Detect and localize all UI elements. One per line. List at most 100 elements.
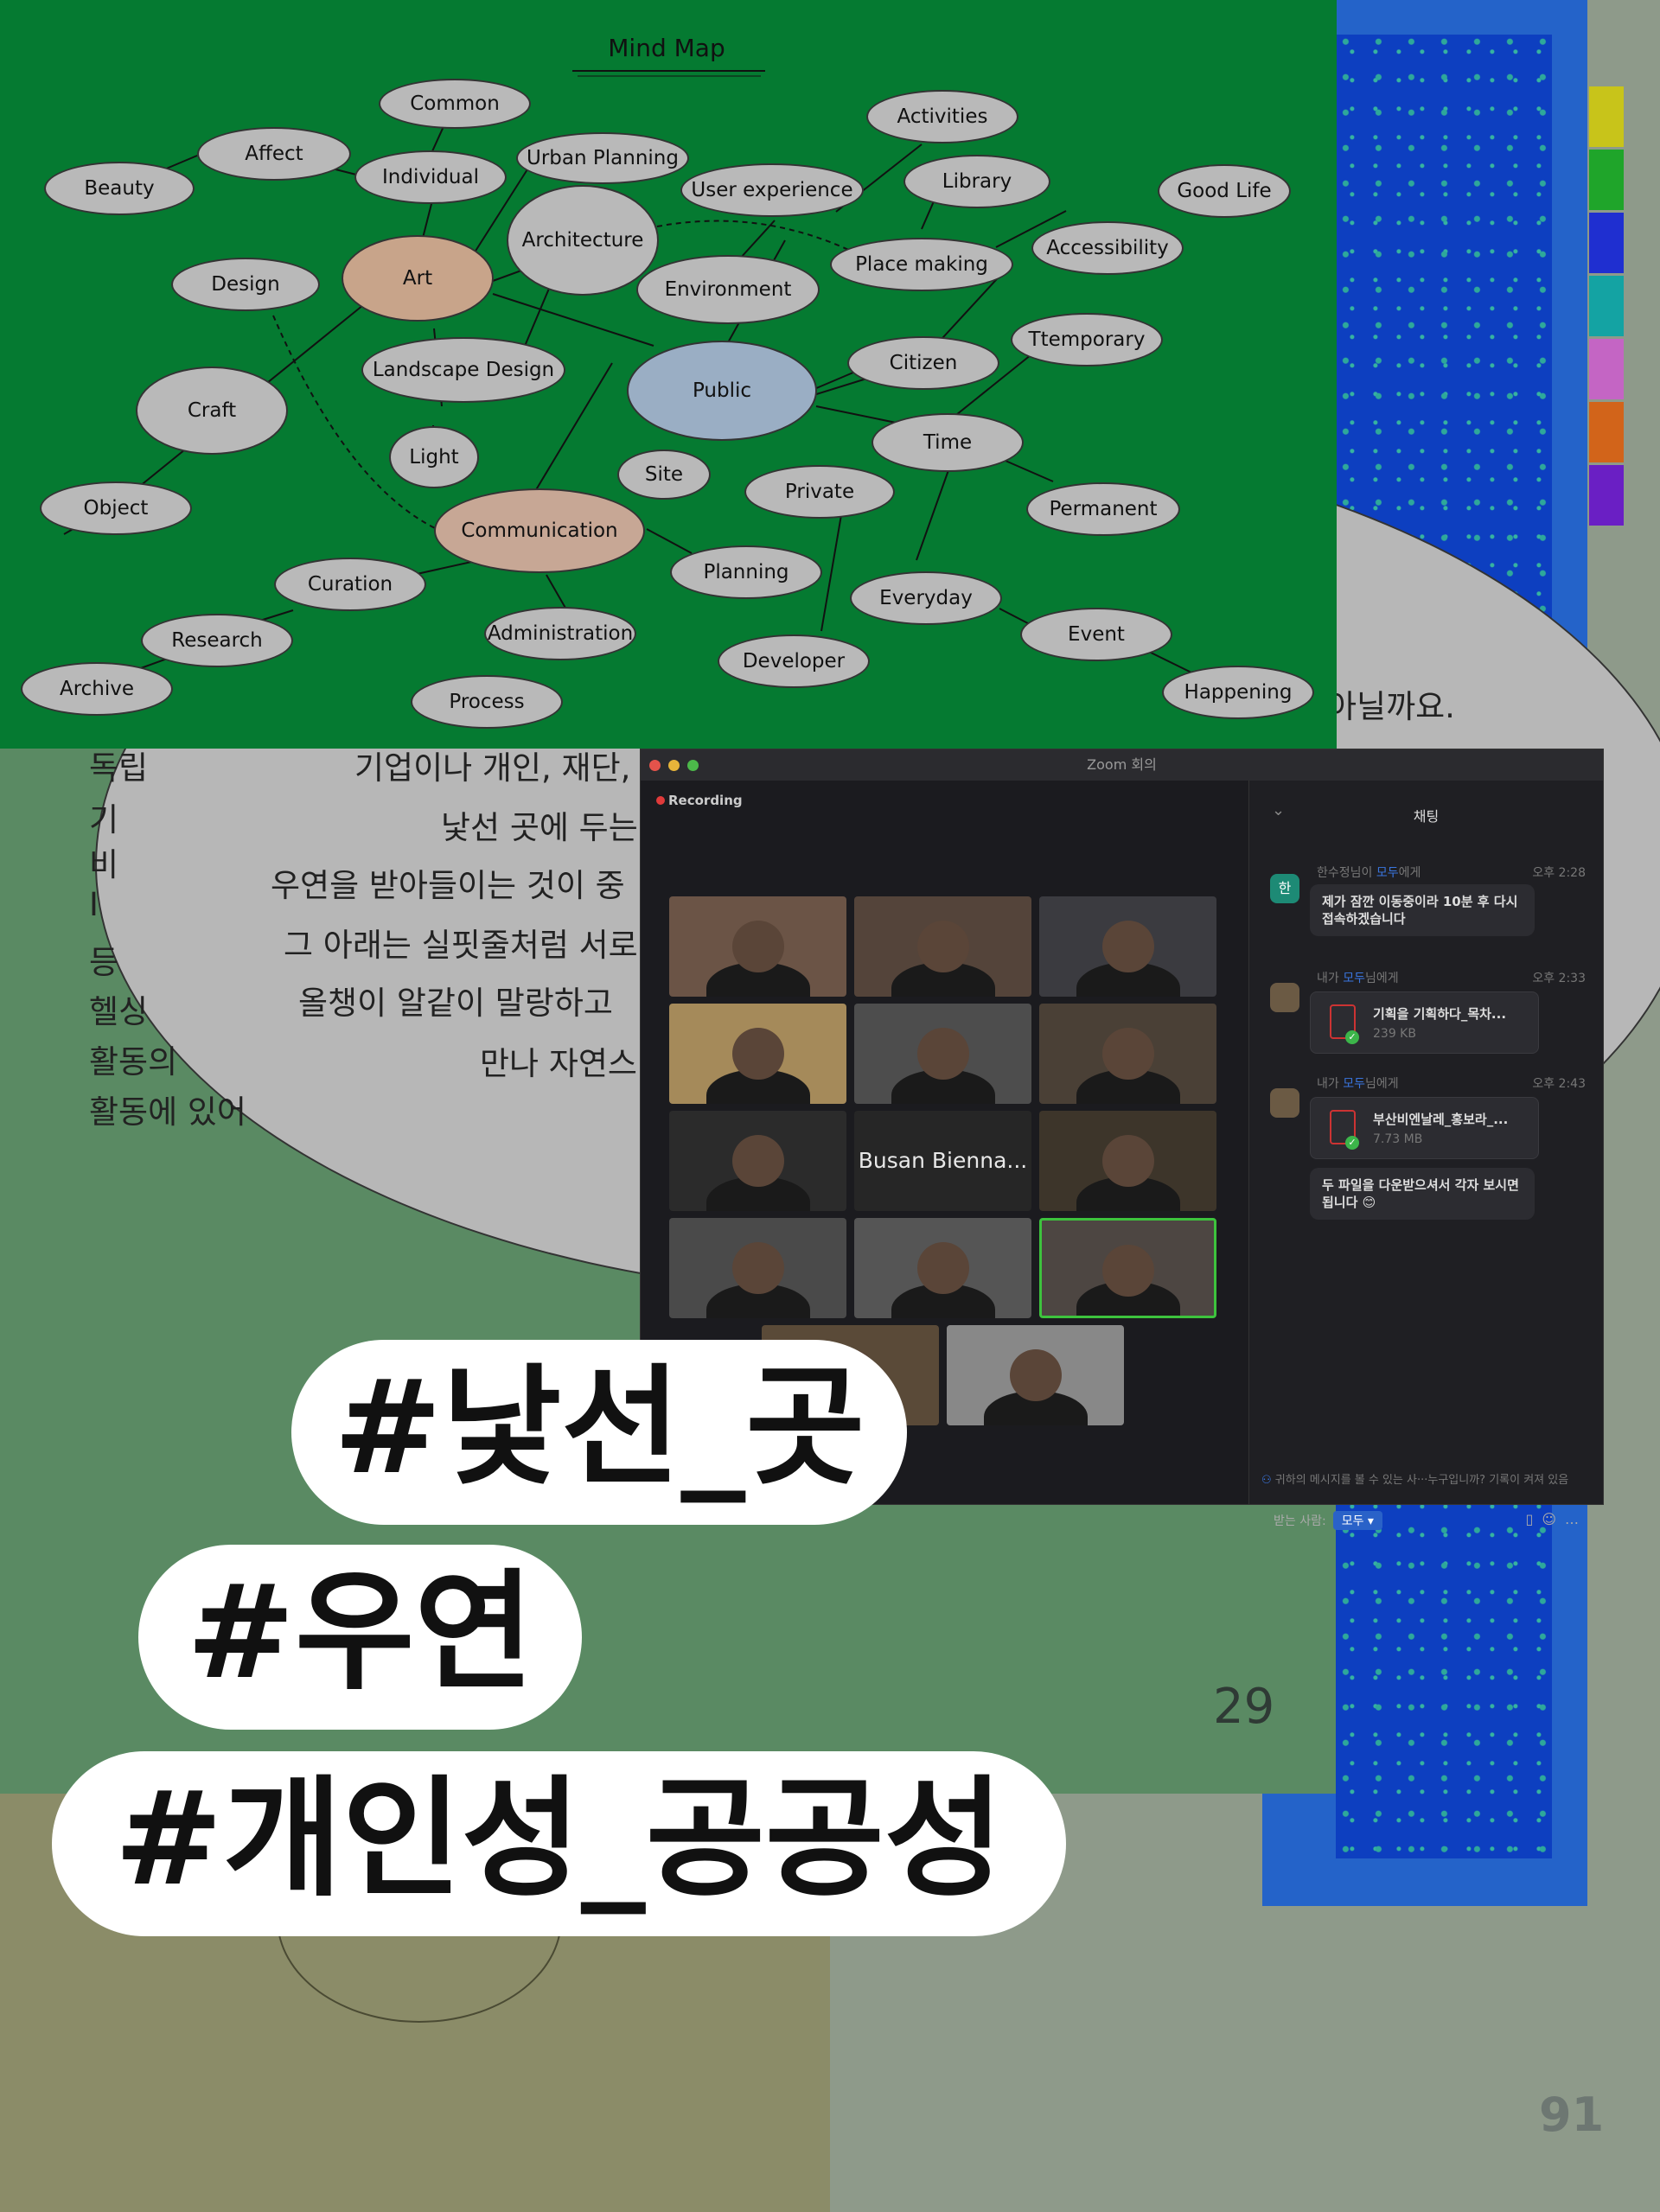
video-tile[interactable] xyxy=(669,1004,846,1104)
mind-map-node-planning: Planning xyxy=(670,545,822,599)
mind-map-node-good-life: Good Life xyxy=(1158,164,1291,218)
mind-map-node-permanent: Permanent xyxy=(1026,482,1180,536)
recipient-selector[interactable]: 받는 사람: 모두 ▾ xyxy=(1274,1511,1382,1530)
page-number-29: 29 xyxy=(1213,1679,1275,1735)
chat-message[interactable]: 두 파일을 다운받으셔서 각자 보시면 됩니다 😊 xyxy=(1310,1168,1535,1220)
color-tab xyxy=(1589,339,1624,399)
video-tile[interactable] xyxy=(854,1218,1031,1318)
mind-map-node-user-experience: User experience xyxy=(680,163,864,217)
chat-toolbar: ▯☺… xyxy=(1526,1511,1588,1527)
participant-name: Busan Bienna... xyxy=(858,1148,1028,1173)
video-tile[interactable] xyxy=(669,1218,846,1318)
check-icon: ✓ xyxy=(1345,1136,1359,1150)
hashtag-label: #낯선_곳 xyxy=(291,1340,907,1525)
video-tile[interactable] xyxy=(669,1111,846,1211)
mind-map-node-site: Site xyxy=(617,449,711,500)
mind-map-node-curation: Curation xyxy=(274,558,426,611)
participant-face xyxy=(1101,921,1154,972)
file-icon[interactable]: ▯ xyxy=(1526,1511,1542,1527)
text-fragment: 활동의 xyxy=(89,1043,178,1081)
file-attachment[interactable]: ✓ 기획을 기획하다_목차... 239 KB xyxy=(1310,991,1539,1054)
mind-map-node-place-making: Place making xyxy=(830,238,1013,291)
recording-indicator[interactable]: Recording xyxy=(656,793,743,808)
text-fragment: 등 xyxy=(89,944,119,981)
mind-map-node-environment: Environment xyxy=(636,255,820,324)
zoom-title-bar[interactable]: Zoom 회의 xyxy=(641,749,1603,781)
file-attachment[interactable]: ✓ 부산비엔날레_홍보라_... 7.73 MB xyxy=(1310,1097,1539,1159)
person-icon: ⚇ xyxy=(1261,1474,1275,1487)
mind-map-node-object: Object xyxy=(40,481,192,535)
participant-face xyxy=(916,1242,969,1294)
participant-face xyxy=(916,921,969,972)
text-fragment: 비 xyxy=(89,846,119,883)
participant-face xyxy=(731,1135,784,1187)
video-tile[interactable] xyxy=(669,896,846,997)
window-title: Zoom 회의 xyxy=(1087,756,1157,773)
mind-map-node-research: Research xyxy=(141,614,293,667)
page-number-91: 91 xyxy=(1539,2088,1605,2142)
participant-face xyxy=(731,921,784,972)
video-tile[interactable] xyxy=(1039,1004,1216,1104)
mind-map-node-happening: Happening xyxy=(1162,666,1314,719)
mind-map-node-light: Light xyxy=(389,426,479,488)
text-line: 기업이나 개인, 재단, xyxy=(354,749,631,787)
file-size: 7.73 MB xyxy=(1373,1132,1423,1146)
mind-map-node-beauty: Beauty xyxy=(44,162,195,215)
text-fragment: 헬싱 xyxy=(89,993,149,1030)
video-tile[interactable] xyxy=(947,1325,1124,1425)
color-tab xyxy=(1589,213,1624,273)
video-tile[interactable] xyxy=(1039,1111,1216,1211)
more-icon[interactable]: … xyxy=(1565,1511,1587,1527)
text-line: 올챙이 알같이 말랑하고 xyxy=(298,985,613,1022)
message-meta: 내가 모두님에게 xyxy=(1317,1077,1399,1091)
close-window-button[interactable] xyxy=(649,760,661,771)
mind-map-node-architecture: Architecture xyxy=(507,185,659,296)
message-time: 오후 2:43 xyxy=(1532,1077,1586,1091)
video-tile[interactable]: Busan Bienna... xyxy=(854,1111,1031,1211)
participant-face xyxy=(1101,1245,1154,1297)
recording-label: Recording xyxy=(668,793,743,808)
mind-map-node-everyday: Everyday xyxy=(850,571,1002,625)
chat-panel: ⌄ 채팅 한 한수정님이 모두에게 오후 2:28 제가 잠깐 이동중이라 10… xyxy=(1248,781,1603,1530)
message-meta: 한수정님이 모두에게 xyxy=(1317,866,1421,880)
dashed-edge xyxy=(656,220,857,254)
chat-message[interactable]: 제가 잠깐 이동중이라 10분 후 다시 접속하겠습니다 xyxy=(1310,884,1535,936)
avatar xyxy=(1270,983,1299,1012)
text-fragment: I xyxy=(89,886,99,923)
maximize-window-button[interactable] xyxy=(687,760,699,771)
mind-map-node-administration: Administration xyxy=(484,607,636,660)
color-tab xyxy=(1589,402,1624,462)
video-tile[interactable] xyxy=(1039,896,1216,997)
recipient-dropdown[interactable]: 모두 ▾ xyxy=(1332,1511,1382,1530)
participant-face xyxy=(1101,1135,1154,1187)
mind-map-node-urban-planning: Urban Planning xyxy=(516,132,689,184)
text-line: 만나 자연스 xyxy=(480,1045,637,1082)
mind-map-node-design: Design xyxy=(171,258,320,311)
mind-map-title: Mind Map xyxy=(608,34,725,62)
video-tile[interactable] xyxy=(854,896,1031,997)
mind-map-node-affect: Affect xyxy=(197,127,351,181)
mind-map-node-landscape-design: Landscape Design xyxy=(361,337,565,403)
video-tile[interactable] xyxy=(1039,1218,1216,1318)
mind-map-node-time: Time xyxy=(872,413,1024,472)
emoji-icon[interactable]: ☺ xyxy=(1542,1511,1565,1527)
mind-map-slide: Mind Map Common Affect Beauty Individual Urba… xyxy=(0,0,1337,749)
chat-title: 채팅 xyxy=(1413,808,1440,825)
file-name: 기획을 기획하다_목차... xyxy=(1373,1006,1507,1022)
mind-map-node-private: Private xyxy=(744,465,895,519)
text-fragment: 활동에 있어 xyxy=(89,1093,246,1131)
video-tile[interactable] xyxy=(854,1004,1031,1104)
text-line: 우연을 받아들이는 것이 중 xyxy=(271,867,625,904)
file-size: 239 KB xyxy=(1373,1027,1416,1041)
mind-map-node-craft: Craft xyxy=(136,367,288,455)
mind-map-node-activities: Activities xyxy=(866,90,1018,143)
mind-map-node-archive: Archive xyxy=(21,662,173,716)
color-tab xyxy=(1589,276,1624,336)
color-tabs xyxy=(1589,86,1624,528)
minimize-window-button[interactable] xyxy=(668,760,680,771)
participant-face xyxy=(731,1028,784,1080)
mind-map-node-developer: Developer xyxy=(718,634,870,688)
chat-visibility-note: ⚇ 귀하의 메시지를 볼 수 있는 사···누구입니까? 기록이 켜져 있음 xyxy=(1261,1474,1569,1487)
message-time: 오후 2:33 xyxy=(1532,972,1586,985)
color-tab xyxy=(1589,465,1624,526)
